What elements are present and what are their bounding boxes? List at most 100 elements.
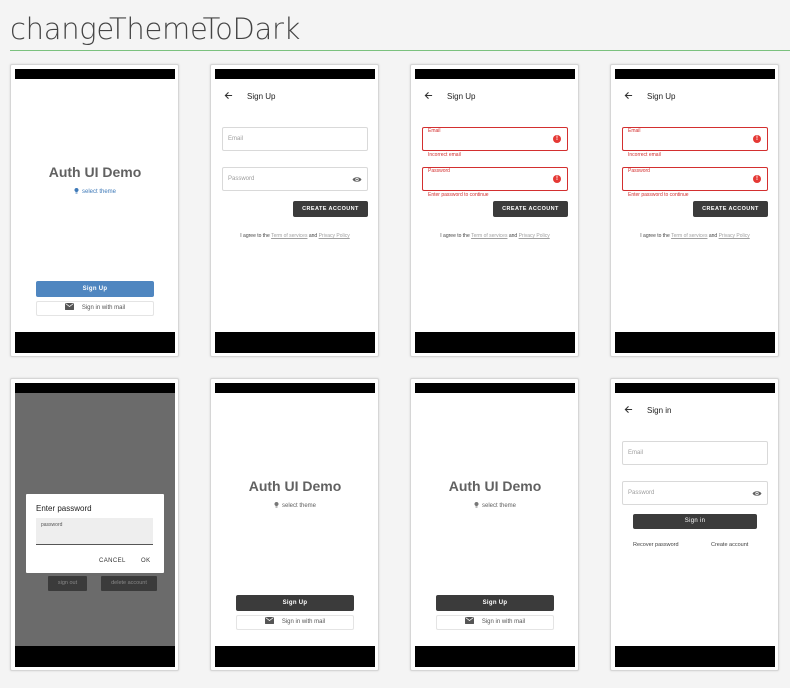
navigation-bar (415, 646, 575, 667)
sign-out-button: sign out (48, 576, 87, 591)
select-theme-link[interactable]: select theme (215, 502, 375, 509)
mail-icon (264, 617, 274, 624)
screenshot-signup-errors: Sign Up Email ! Incorrect email Password… (410, 64, 579, 357)
email-error: Incorrect email (428, 152, 461, 158)
appbar-title: Sign Up (247, 92, 276, 101)
eye-icon[interactable] (752, 490, 762, 497)
password-error: Enter password to continue (628, 192, 689, 198)
modal-scrim[interactable]: Enter password password CANCEL OK sign o… (15, 393, 175, 646)
terms-of-service-link[interactable]: Term of services (671, 233, 707, 239)
header: changeThemeToDark (0, 0, 790, 54)
mail-icon (464, 617, 474, 624)
status-bar (215, 69, 375, 79)
sign-up-button[interactable]: Sign Up (236, 595, 354, 611)
email-placeholder: Email (628, 450, 644, 456)
password-field[interactable]: Password (622, 481, 768, 505)
sign-up-button[interactable]: Sign Up (36, 281, 154, 297)
enter-password-dialog: Enter password password CANCEL OK (26, 494, 164, 573)
dialog-ok-button[interactable]: OK (141, 558, 150, 564)
email-field[interactable]: Email ! (422, 127, 568, 151)
sign-in-with-mail-button[interactable]: Sign in with mail (436, 615, 554, 630)
terms-prefix: I agree to the (640, 233, 670, 239)
phone-screen: Sign Up Email ! Incorrect email Password… (415, 69, 575, 353)
appbar-title: Sign Up (647, 92, 676, 101)
select-theme-link[interactable]: select theme (15, 188, 175, 195)
appbar-title: Sign in (647, 406, 672, 415)
password-field[interactable]: Password ! (422, 167, 568, 191)
phone-screen: Sign Up Email ! Incorrect email Password… (615, 69, 775, 353)
dialog-password-input[interactable]: password (36, 518, 153, 545)
email-label: Email (428, 128, 441, 134)
terms-text: I agree to the Term of services and Priv… (215, 233, 375, 239)
error-icon: ! (553, 135, 561, 143)
dialog-cancel-button[interactable]: CANCEL (99, 558, 126, 564)
password-placeholder: Password (228, 176, 255, 182)
page-title: changeThemeToDark (10, 12, 301, 46)
eye-icon[interactable] (352, 176, 362, 183)
terms-and: and (308, 233, 318, 239)
error-icon: ! (753, 135, 761, 143)
delete-account-button: delete account (101, 576, 157, 591)
navigation-bar (15, 646, 175, 667)
password-placeholder: Password (628, 490, 655, 496)
error-icon: ! (753, 175, 761, 183)
email-error: Incorrect email (628, 152, 661, 158)
back-arrow-icon[interactable] (624, 405, 633, 414)
back-arrow-icon[interactable] (624, 91, 633, 100)
screenshot-sign-in: Sign in Email Password Sign in Recover p… (610, 378, 779, 671)
terms-of-service-link[interactable]: Term of services (271, 233, 307, 239)
mail-label: Sign in with mail (481, 619, 526, 625)
navigation-bar (415, 332, 575, 353)
status-bar (15, 383, 175, 393)
status-bar (615, 69, 775, 79)
create-account-link[interactable]: Create account (711, 542, 748, 548)
password-field[interactable]: Password ! (622, 167, 768, 191)
create-account-button[interactable]: CREATE ACCOUNT (693, 201, 768, 217)
dialog-title: Enter password (36, 504, 92, 513)
privacy-policy-link[interactable]: Privacy Policy (719, 233, 750, 239)
create-account-button[interactable]: CREATE ACCOUNT (293, 201, 368, 217)
terms-of-service-link[interactable]: Term of services (471, 233, 507, 239)
sign-up-button[interactable]: Sign Up (436, 595, 554, 611)
screenshot-signup-errors-2: Sign Up Email ! Incorrect email Password… (610, 64, 779, 357)
password-label: Password (628, 168, 650, 174)
terms-text: I agree to the Term of services and Priv… (615, 233, 775, 239)
recover-password-link[interactable]: Recover password (633, 542, 679, 548)
status-bar (15, 69, 175, 79)
create-account-button[interactable]: CREATE ACCOUNT (493, 201, 568, 217)
email-field[interactable]: Email (622, 441, 768, 465)
screenshot-signup-empty: Sign Up Email Password CREATE ACCOUNT I … (210, 64, 379, 357)
navigation-bar (215, 332, 375, 353)
phone-screen: Auth UI Demo select theme Sign Up Sign i… (415, 383, 575, 667)
password-field[interactable]: Password (222, 167, 368, 191)
status-bar (215, 383, 375, 393)
back-arrow-icon[interactable] (424, 91, 433, 100)
email-field[interactable]: Email ! (622, 127, 768, 151)
mail-label: Sign in with mail (81, 305, 126, 311)
navigation-bar (615, 332, 775, 353)
email-placeholder: Email (228, 136, 244, 142)
select-theme-link[interactable]: select theme (415, 502, 575, 509)
back-arrow-icon[interactable] (224, 91, 233, 100)
navigation-bar (215, 646, 375, 667)
mail-icon (64, 303, 74, 310)
sign-in-button[interactable]: Sign in (633, 514, 757, 529)
phone-screen: Auth UI Demo select theme Sign Up Sign i… (15, 69, 175, 353)
password-label: Password (428, 168, 450, 174)
bulb-icon (474, 502, 479, 508)
phone-screen: Enter password password CANCEL OK sign o… (15, 383, 175, 667)
navigation-bar (15, 332, 175, 353)
privacy-policy-link[interactable]: Privacy Policy (519, 233, 550, 239)
sign-in-with-mail-button[interactable]: Sign in with mail (36, 301, 154, 316)
bulb-icon (74, 188, 79, 194)
terms-and: and (708, 233, 718, 239)
sign-in-with-mail-button[interactable]: Sign in with mail (236, 615, 354, 630)
email-field[interactable]: Email (222, 127, 368, 151)
status-bar (415, 69, 575, 79)
privacy-policy-link[interactable]: Privacy Policy (319, 233, 350, 239)
dialog-input-value: password (41, 522, 63, 528)
terms-prefix: I agree to the (440, 233, 470, 239)
appbar-title: Sign Up (447, 92, 476, 101)
status-bar (615, 383, 775, 393)
phone-screen: Sign Up Email Password CREATE ACCOUNT I … (215, 69, 375, 353)
